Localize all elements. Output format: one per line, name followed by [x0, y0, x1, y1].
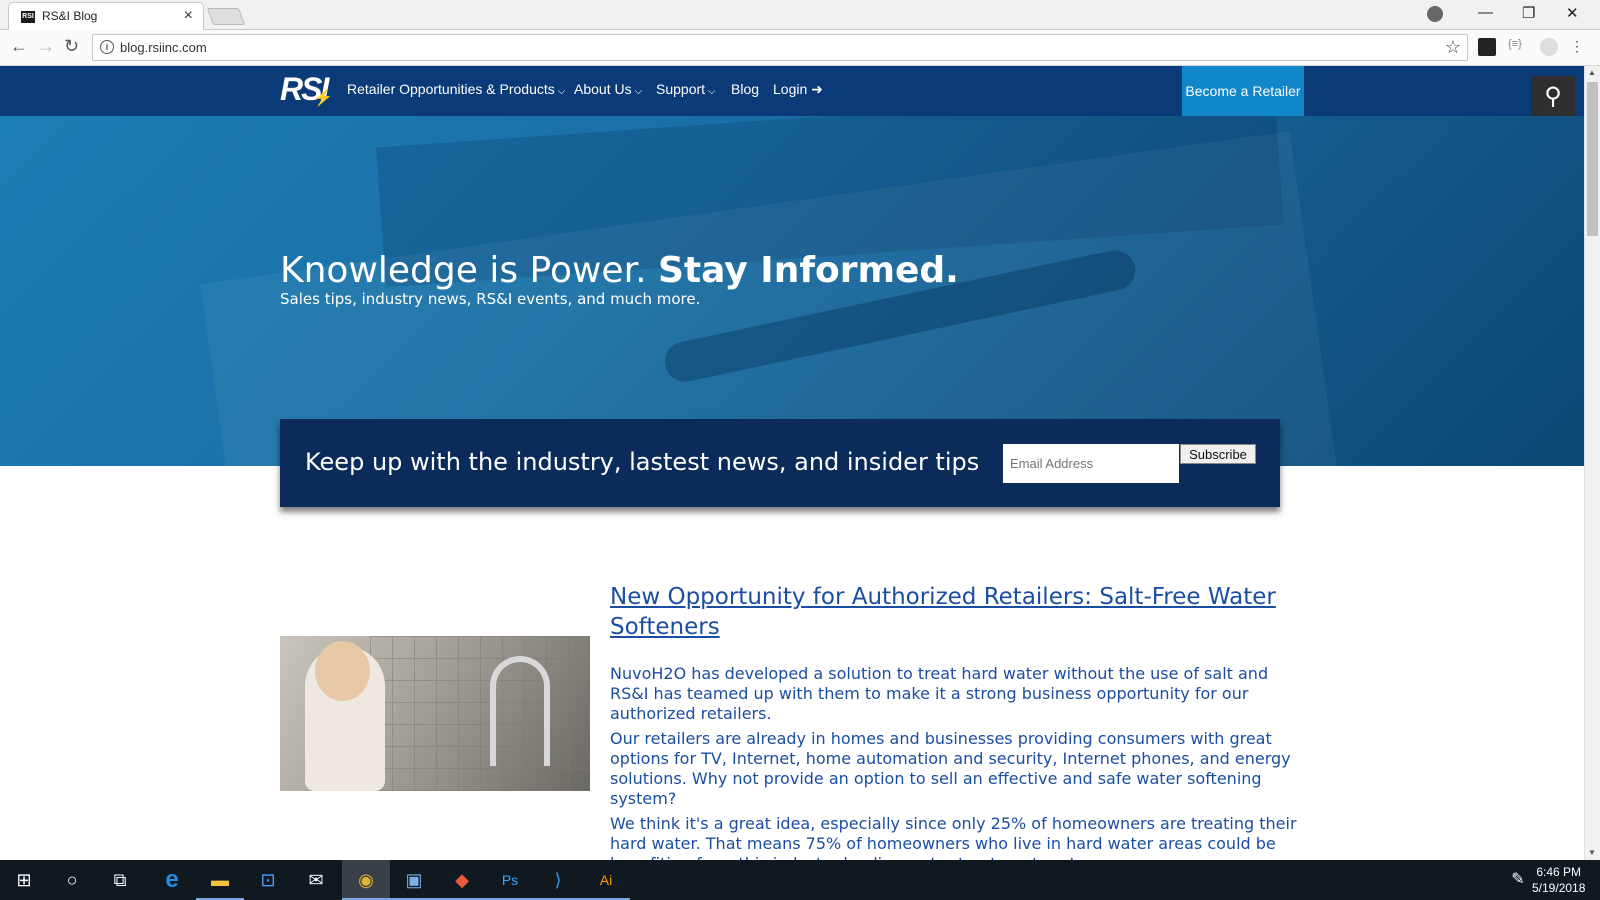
subscribe-panel: Keep up with the industry, lastest news,… — [280, 419, 1280, 507]
extension-icon[interactable] — [1478, 38, 1496, 56]
chevron-down-icon: ⌵ — [557, 86, 566, 97]
hero-title-light: Knowledge is Power. — [280, 250, 647, 291]
chevron-down-icon: ⌵ — [708, 86, 716, 97]
app-icon[interactable]: ▣ — [390, 860, 438, 900]
cortana-icon[interactable]: ○ — [48, 860, 96, 900]
email-input[interactable] — [1003, 444, 1179, 483]
task-view-icon[interactable]: ⧉ — [96, 860, 144, 900]
forward-button[interactable]: → — [37, 36, 55, 57]
page-scrollbar[interactable]: ▲ ▼ — [1584, 66, 1600, 860]
image-faucet — [490, 656, 550, 766]
nav-label: About Us — [574, 81, 632, 97]
minimize-button[interactable]: — — [1478, 4, 1493, 21]
new-tab-button[interactable] — [206, 8, 246, 25]
mail-icon[interactable]: ✉ — [292, 860, 340, 900]
restore-button[interactable]: ❐ — [1522, 4, 1535, 22]
edge-icon[interactable]: e — [148, 860, 196, 900]
extension-2-icon[interactable] — [1540, 38, 1558, 56]
system-clock[interactable]: 6:46 PM 5/19/2018 — [1532, 864, 1585, 896]
back-button[interactable]: ← — [10, 36, 28, 57]
login-arrow-icon: ➜ — [811, 81, 823, 97]
hero-title-bold: Stay Informed. — [657, 250, 959, 291]
tab-title: RS&I Blog — [42, 9, 98, 23]
hubspot-icon[interactable]: ⚲ — [1531, 76, 1575, 118]
chevron-down-icon: ⌵ — [634, 86, 643, 97]
nav-label: Login — [773, 81, 808, 97]
article-paragraph: NuvoH2O has developed a solution to trea… — [610, 664, 1269, 723]
hero-banner — [0, 116, 1584, 466]
become-retailer-button[interactable]: Become a Retailer — [1182, 66, 1304, 116]
nav-label: Retailer Opportunities & Products — [347, 81, 555, 97]
subscribe-button[interactable]: Subscribe — [1180, 444, 1256, 464]
article-paragraph: Our retailers are already in homes and b… — [610, 729, 1291, 808]
tab-close-icon[interactable]: × — [184, 7, 193, 25]
nav-about-us[interactable]: About Us ⌵ — [574, 81, 642, 97]
photoshop-icon[interactable]: Ps — [486, 860, 534, 900]
logo-spark-icon: ⚡ — [313, 90, 333, 107]
scroll-thumb[interactable] — [1587, 82, 1598, 236]
store-icon[interactable]: ⊡ — [244, 860, 292, 900]
clock-time: 6:46 PM — [1536, 865, 1582, 879]
article-title-link[interactable]: New Opportunity for Authorized Retailers… — [610, 582, 1290, 642]
windows-start-icon[interactable]: ⊞ — [0, 860, 48, 900]
site-info-icon[interactable]: i — [100, 40, 114, 54]
illustrator-icon[interactable]: Ai — [582, 860, 630, 900]
site-navbar: RSI ⚡ Retailer Opportunities & Products ⌵… — [0, 66, 1584, 118]
nav-support[interactable]: Support ⌵ — [656, 81, 716, 97]
git-icon[interactable]: ◆ — [438, 860, 486, 900]
file-explorer-icon[interactable]: ▬ — [196, 860, 244, 900]
chrome-icon[interactable]: ◉ — [342, 860, 390, 900]
subscribe-text: Keep up with the industry, lastest news,… — [305, 448, 980, 476]
url-text[interactable]: blog.rsiinc.com — [120, 40, 207, 55]
article-paragraph: We think it's a great idea, especially s… — [610, 814, 1297, 860]
hero-title: Knowledge is Power. Stay Informed. — [280, 250, 959, 291]
image-head — [315, 641, 370, 701]
scroll-down-icon[interactable]: ▼ — [1588, 848, 1596, 857]
windows-taskbar: ⊞ ○ ⧉ e ▬ ⊡ ✉ ◉ ▣ ◆ Ps ⟩ Ai ✎ 6:46 PM 5/… — [0, 860, 1600, 900]
profile-icon[interactable] — [1427, 6, 1443, 22]
address-bar[interactable]: i blog.rsiinc.com ☆ — [92, 34, 1468, 61]
reload-button[interactable]: ↻ — [64, 36, 79, 57]
close-window-button[interactable]: ✕ — [1566, 4, 1579, 22]
hero-subtitle: Sales tips, industry news, RS&I events, … — [280, 290, 701, 308]
article-image[interactable] — [280, 636, 590, 791]
chrome-menu-icon[interactable]: ⋮ — [1570, 38, 1588, 56]
nav-login[interactable]: Login ➜ — [773, 81, 823, 98]
nav-label: Support — [656, 81, 706, 97]
clock-date: 5/19/2018 — [1532, 881, 1586, 895]
vscode-icon[interactable]: ⟩ — [534, 860, 582, 900]
browser-toolbar: ← → ↻ i blog.rsiinc.com ☆ {≡} ⋮ — [0, 30, 1600, 66]
browser-tab[interactable]: RSI RS&I Blog × — [8, 2, 204, 30]
scroll-up-icon[interactable]: ▲ — [1588, 68, 1596, 77]
image-tiles — [370, 636, 590, 791]
nav-blog[interactable]: Blog — [731, 81, 759, 97]
nav-retailer-opportunities[interactable]: Retailer Opportunities & Products ⌵ — [347, 81, 565, 97]
browser-titlebar: RSI RS&I Blog × — ❐ ✕ — [0, 0, 1600, 30]
bookmark-star-icon[interactable]: ☆ — [1445, 37, 1461, 58]
json-extension-icon[interactable]: {≡} — [1508, 38, 1526, 56]
rsi-favicon-icon: RSI — [21, 11, 35, 23]
